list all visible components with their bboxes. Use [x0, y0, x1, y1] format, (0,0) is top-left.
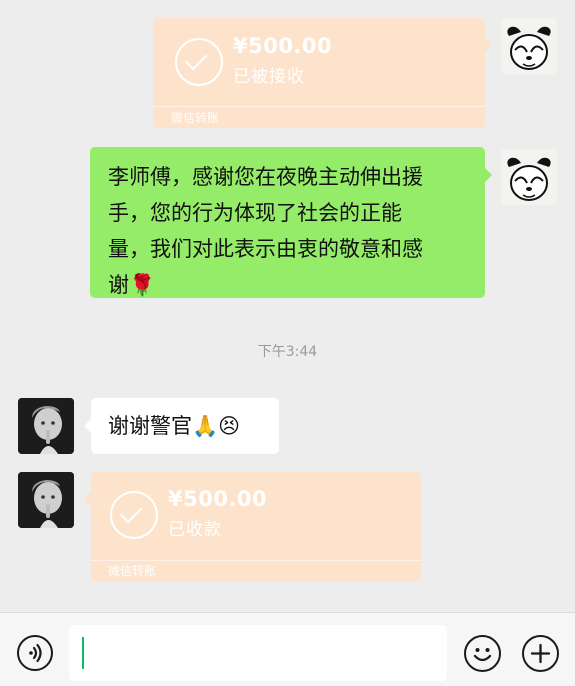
transfer-amount: ¥500.00: [168, 487, 268, 511]
message-bubble-received[interactable]: 谢谢警官🙏😣: [91, 398, 279, 454]
emoji-icon: [473, 648, 492, 662]
message-text: 谢谢警官🙏😣: [108, 414, 241, 438]
transfer-status: 已被接收: [233, 67, 305, 87]
voice-button[interactable]: [17, 635, 53, 671]
message-input[interactable]: [69, 625, 447, 681]
avatar-contact[interactable]: [18, 472, 74, 528]
cartoon-dog-avatar-icon: [507, 26, 551, 70]
transfer-footer: 微信转账: [171, 111, 220, 125]
message-line: 李师傅，感谢您在夜晚主动伸出援: [108, 165, 423, 189]
cartoon-dog-avatar-icon: [507, 157, 551, 201]
transfer-divider: [153, 106, 485, 107]
child-portrait-avatar-icon: [18, 398, 74, 454]
bubble-tail: [84, 419, 91, 433]
bubble-tail: [485, 38, 492, 52]
plus-icon: [530, 643, 551, 664]
emoji-button[interactable]: [464, 635, 501, 672]
avatar-contact[interactable]: [18, 398, 74, 454]
bubble-tail: [485, 168, 492, 182]
message-bubble-sent[interactable]: 李师傅，感谢您在夜晚主动伸出援 手，您的行为体现了社会的正能 量，我们对此表示由…: [90, 147, 485, 298]
avatar-self[interactable]: [501, 18, 557, 74]
transfer-status: 已收款: [168, 520, 222, 540]
check-circle-icon: [175, 38, 223, 86]
child-portrait-avatar-icon: [18, 472, 74, 528]
message-line: 谢🌹: [108, 273, 156, 297]
voice-icon: [29, 643, 42, 663]
avatar-self[interactable]: [501, 149, 557, 205]
text-caret: [82, 637, 84, 669]
chat-input-bar: [0, 612, 575, 686]
transfer-amount: ¥500.00: [233, 34, 333, 58]
chat-timestamp: 下午3:44: [257, 344, 318, 360]
bubble-tail: [84, 492, 91, 506]
transfer-divider: [91, 560, 421, 561]
plus-button[interactable]: [522, 635, 559, 672]
transfer-footer: 微信转账: [108, 564, 157, 578]
transfer-card-sent[interactable]: ¥500.00 已被接收 微信转账: [153, 18, 485, 128]
transfer-card-received[interactable]: ¥500.00 已收款 微信转账: [91, 472, 421, 582]
message-line: 量，我们对此表示由衷的敬意和感: [108, 237, 423, 261]
message-line: 手，您的行为体现了社会的正能: [108, 201, 402, 225]
check-circle-icon: [110, 491, 158, 539]
